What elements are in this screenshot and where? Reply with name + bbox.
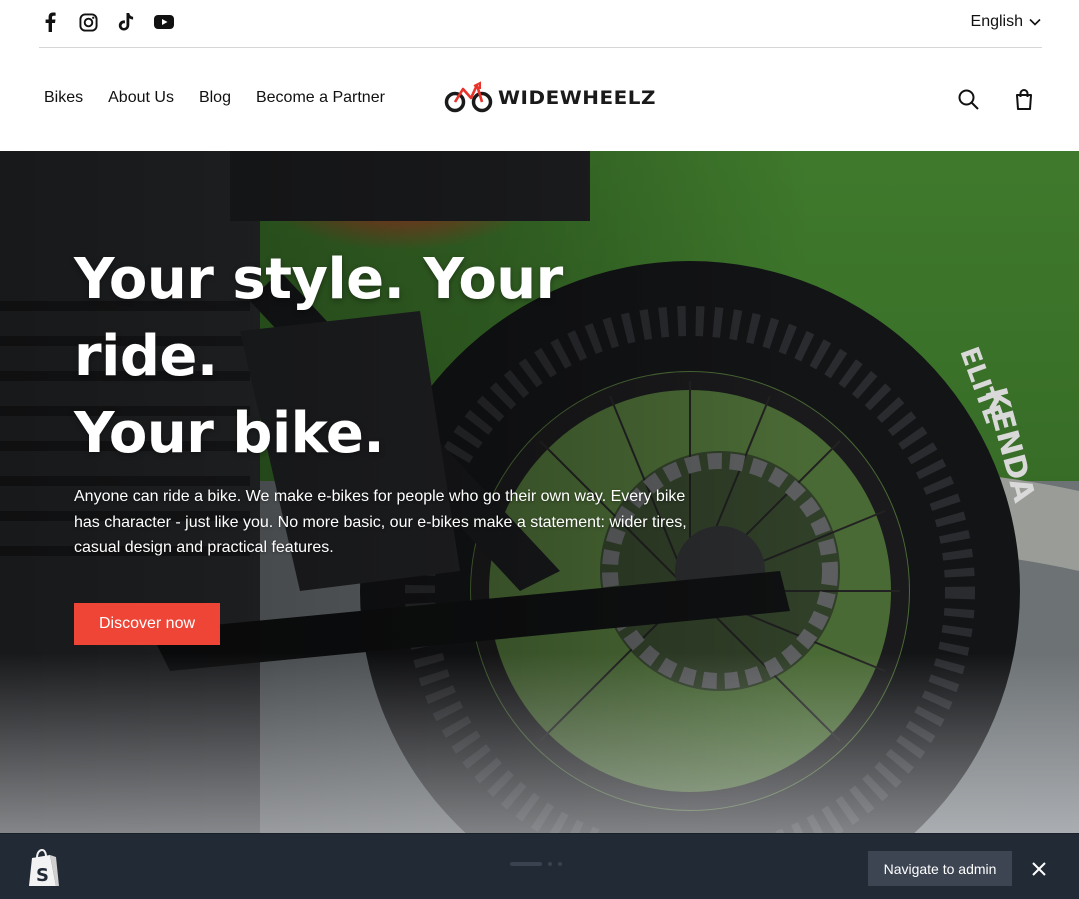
instagram-icon[interactable] <box>78 12 98 32</box>
slide-dot[interactable] <box>548 862 552 866</box>
facebook-icon[interactable] <box>40 12 60 32</box>
slide-dot[interactable] <box>558 862 562 866</box>
navigate-to-admin-button[interactable]: Navigate to admin <box>868 851 1012 886</box>
chevron-down-icon <box>1029 18 1041 26</box>
hero-content: Your style. Your ride. Your bike. Anyone… <box>74 241 714 645</box>
hero-title-line1: Your style. Your ride. <box>74 247 563 389</box>
cart-icon[interactable] <box>1013 88 1035 110</box>
logo-text: WIDEWHEELZ <box>498 87 657 109</box>
main-nav: Bikes About Us Blog Become a Partner <box>44 89 385 107</box>
header-actions <box>957 88 1035 110</box>
language-label: English <box>970 13 1023 30</box>
close-icon[interactable] <box>1029 859 1049 879</box>
social-links <box>40 12 174 32</box>
site-header: Bikes About Us Blog Become a Partner WID… <box>0 48 1079 151</box>
top-bar: English <box>0 0 1079 48</box>
nav-item-bikes[interactable]: Bikes <box>44 89 83 107</box>
search-icon[interactable] <box>957 88 979 110</box>
shopify-bag-icon[interactable]: S <box>26 848 62 888</box>
svg-text:S: S <box>36 865 49 886</box>
nav-item-about-us[interactable]: About Us <box>108 89 174 107</box>
hero-description: Anyone can ride a bike. We make e-bikes … <box>74 488 687 556</box>
slide-dot-active[interactable] <box>510 862 542 866</box>
hero-title: Your style. Your ride. Your bike. <box>74 241 714 472</box>
site-logo[interactable]: WIDEWHEELZ <box>444 81 655 115</box>
language-selector[interactable]: English <box>971 13 1041 31</box>
discover-now-button[interactable]: Discover now <box>74 602 221 645</box>
hero-banner: ELITE KENDA Your style. Your ride. Your … <box>0 151 1079 833</box>
nav-item-blog[interactable]: Blog <box>199 89 231 107</box>
youtube-icon[interactable] <box>154 12 174 32</box>
slide-indicators <box>510 862 562 866</box>
tiktok-icon[interactable] <box>116 12 136 32</box>
nav-item-become-a-partner[interactable]: Become a Partner <box>256 89 385 107</box>
hero-title-line2: Your bike. <box>74 401 385 466</box>
hero-bottom-fade <box>0 653 1079 833</box>
bike-logo-icon <box>444 81 493 113</box>
shopify-admin-bar: S Navigate to admin <box>0 833 1079 899</box>
